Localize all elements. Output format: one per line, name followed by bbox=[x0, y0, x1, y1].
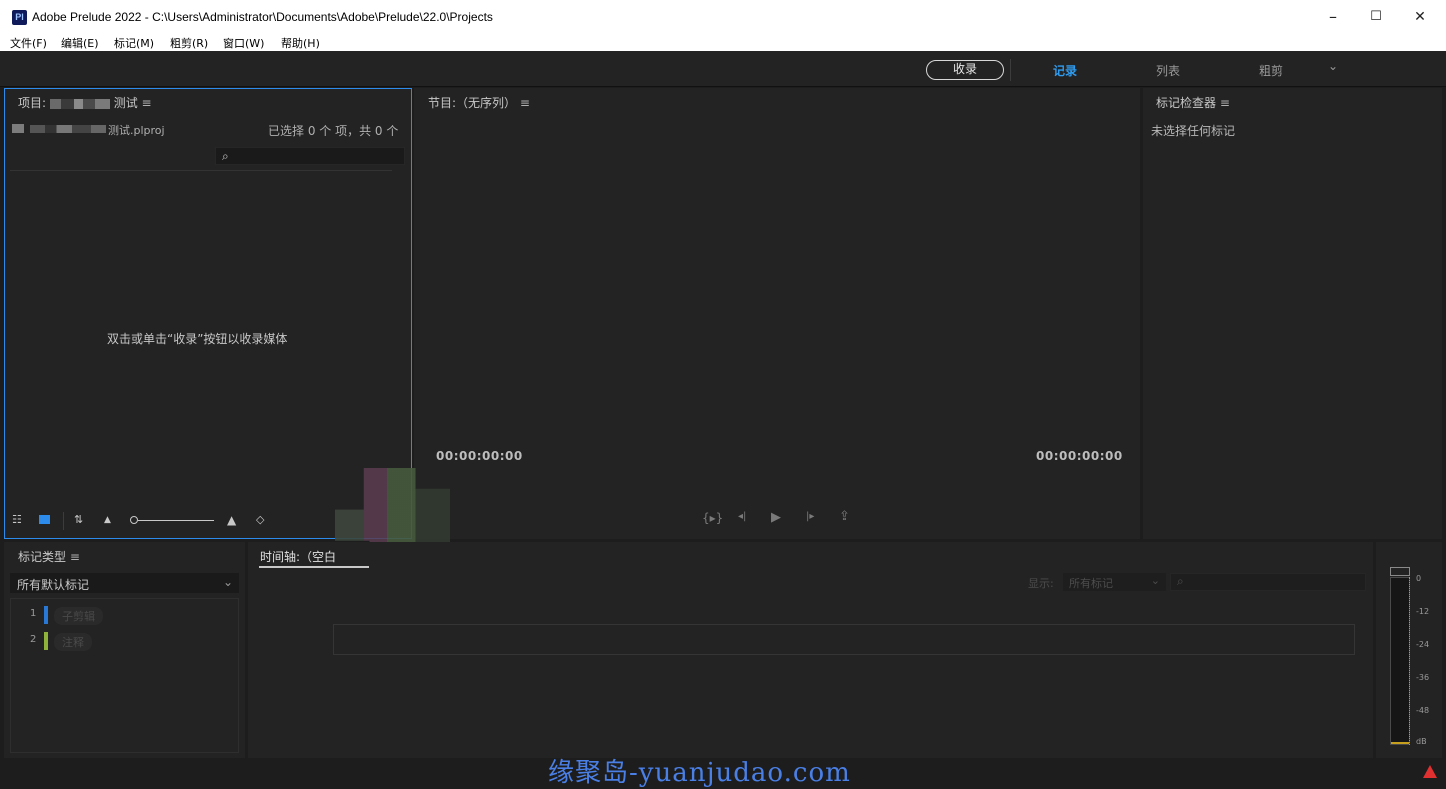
project-file-name: 测试.plproj bbox=[108, 124, 165, 137]
timeline-track[interactable] bbox=[333, 624, 1355, 655]
watermark: 缘聚岛-yuanjudao.com bbox=[548, 758, 851, 788]
redacted-path bbox=[30, 125, 106, 133]
list-view-icon[interactable]: ☷ bbox=[12, 513, 22, 526]
zoom-slider-handle[interactable] bbox=[130, 516, 138, 524]
zoom-slider-track[interactable] bbox=[138, 520, 214, 521]
show-dropdown-value: 所有标记 bbox=[1069, 577, 1113, 590]
marker-type-item[interactable]: 2 注释 bbox=[30, 632, 230, 651]
meter-tick: dB bbox=[1416, 737, 1427, 746]
play-icon[interactable]: ▶ bbox=[771, 510, 781, 525]
search-icon: ⌕ bbox=[1177, 574, 1184, 588]
timeline-search-input[interactable]: ⌕ bbox=[1170, 573, 1366, 591]
marker-type-number: 2 bbox=[30, 634, 37, 645]
menu-help[interactable]: 帮助(H) bbox=[281, 35, 320, 51]
marker-type-label: 标记类型 bbox=[18, 550, 67, 564]
marker-color-swatch bbox=[44, 632, 48, 650]
panel-menu-icon[interactable]: ≡ bbox=[1220, 96, 1230, 110]
warning-icon[interactable] bbox=[1423, 765, 1437, 778]
marker-inspector-panel bbox=[1143, 88, 1442, 539]
panel-menu-icon[interactable]: ≡ bbox=[70, 550, 80, 564]
project-panel-title[interactable]: 项目: 测试 ≡ bbox=[18, 94, 152, 111]
marker-type-dropdown-value: 所有默认标记 bbox=[17, 578, 90, 592]
marker-inspector-label: 标记检查器 bbox=[1156, 96, 1217, 110]
redacted-name bbox=[49, 98, 110, 109]
meter-level bbox=[1391, 742, 1409, 744]
marker-type-label: 子剪辑 bbox=[54, 607, 103, 625]
icon-view-icon[interactable] bbox=[39, 515, 50, 524]
step-back-icon[interactable]: ◂| bbox=[738, 511, 746, 522]
chevron-down-icon: ⌄ bbox=[222, 575, 233, 589]
menu-marker[interactable]: 标记(M) bbox=[114, 35, 154, 51]
close-button[interactable]: ✕ bbox=[1408, 8, 1432, 28]
program-panel bbox=[414, 88, 1140, 539]
marker-type-label: 注释 bbox=[54, 633, 92, 651]
window-title: Adobe Prelude 2022 - C:\Users\Administra… bbox=[32, 10, 493, 24]
marker-type-title[interactable]: 标记类型 ≡ bbox=[18, 548, 80, 565]
chevron-down-icon: ⌄ bbox=[1150, 574, 1160, 587]
marker-inspector-title[interactable]: 标记检查器 ≡ bbox=[1156, 94, 1230, 111]
project-empty-hint: 双击或单击“收录”按钮以收录媒体 bbox=[107, 332, 288, 346]
workspace-tab-list[interactable]: 列表 bbox=[1156, 62, 1180, 79]
meter-tick: -24 bbox=[1416, 640, 1430, 649]
show-dropdown[interactable]: 所有标记 ⌄ bbox=[1063, 573, 1166, 591]
workspace-tab-log[interactable]: 记录 bbox=[1053, 62, 1077, 79]
maximize-button[interactable]: ☐ bbox=[1364, 8, 1388, 28]
marker-inspector-empty: 未选择任何标记 bbox=[1151, 124, 1236, 138]
marker-color-swatch bbox=[44, 606, 48, 624]
marker-type-dropdown[interactable]: 所有默认标记 ⌄ bbox=[10, 573, 239, 593]
chevron-down-icon[interactable]: ⌄ bbox=[1328, 59, 1338, 73]
project-title-suffix: 测试 bbox=[113, 96, 138, 110]
timeline-title[interactable]: 时间轴:（空白 bbox=[260, 548, 336, 565]
export-frame-icon[interactable]: ⇪ bbox=[839, 509, 850, 524]
meter-tick: 0 bbox=[1416, 574, 1422, 583]
menu-edit[interactable]: 编辑(E) bbox=[61, 35, 99, 51]
marker-type-number: 1 bbox=[30, 608, 37, 619]
meter-tick: -48 bbox=[1416, 706, 1430, 715]
zoom-in-icon[interactable]: ▲ bbox=[227, 513, 236, 527]
program-title-label: 节目:（无序列） bbox=[428, 96, 517, 110]
divider bbox=[10, 170, 392, 171]
meter-scale bbox=[1409, 577, 1410, 745]
project-title-label: 项目: bbox=[18, 96, 47, 110]
menu-window[interactable]: 窗口(W) bbox=[223, 35, 264, 51]
workspace-bar: 收录 记录 列表 粗剪 ⌄ bbox=[0, 51, 1446, 87]
meter-clip-indicator[interactable] bbox=[1390, 567, 1410, 576]
toolbar-divider bbox=[63, 512, 64, 530]
marker-type-item[interactable]: 1 子剪辑 bbox=[30, 606, 230, 625]
menu-bar: 文件(F) 编辑(E) 标记(M) 粗剪(R) 窗口(W) 帮助(H) bbox=[0, 33, 1446, 51]
zoom-out-icon[interactable]: ▲ bbox=[104, 515, 111, 525]
menu-rough-cut[interactable]: 粗剪(R) bbox=[170, 35, 208, 51]
duration-timecode: 00:00:00:00 bbox=[1036, 449, 1123, 463]
insert-marker-icon[interactable]: {▸} bbox=[702, 511, 723, 525]
sort-icon[interactable]: ◇ bbox=[256, 513, 264, 526]
step-forward-icon[interactable]: |▸ bbox=[806, 511, 814, 522]
menu-file[interactable]: 文件(F) bbox=[10, 35, 47, 51]
title-bar: Pl Adobe Prelude 2022 - C:\Users\Adminis… bbox=[0, 0, 1446, 33]
panel-menu-icon[interactable]: ≡ bbox=[520, 96, 530, 110]
minimize-button[interactable]: – bbox=[1321, 8, 1345, 28]
project-search-input[interactable]: ⌕ bbox=[215, 147, 405, 165]
program-panel-title[interactable]: 节目:（无序列） ≡ bbox=[428, 94, 530, 111]
freeform-view-icon[interactable]: ⇅ bbox=[74, 513, 83, 526]
workspace-divider bbox=[1010, 59, 1011, 81]
audio-meter-bar bbox=[1390, 577, 1410, 745]
show-label: 显示: bbox=[1028, 577, 1054, 590]
selection-count: 已选择 0 个 项，共 0 个 bbox=[268, 124, 399, 138]
meter-tick: -12 bbox=[1416, 607, 1430, 616]
workspace-tab-rough-cut[interactable]: 粗剪 bbox=[1259, 62, 1283, 79]
timeline-tab-underline bbox=[259, 566, 369, 568]
meter-tick: -36 bbox=[1416, 673, 1430, 682]
folder-icon bbox=[12, 124, 24, 133]
search-icon: ⌕ bbox=[222, 149, 229, 163]
current-timecode[interactable]: 00:00:00:00 bbox=[436, 449, 523, 463]
ingest-button[interactable]: 收录 bbox=[926, 60, 1004, 80]
panel-menu-icon[interactable]: ≡ bbox=[142, 96, 152, 110]
app-icon: Pl bbox=[12, 10, 27, 25]
